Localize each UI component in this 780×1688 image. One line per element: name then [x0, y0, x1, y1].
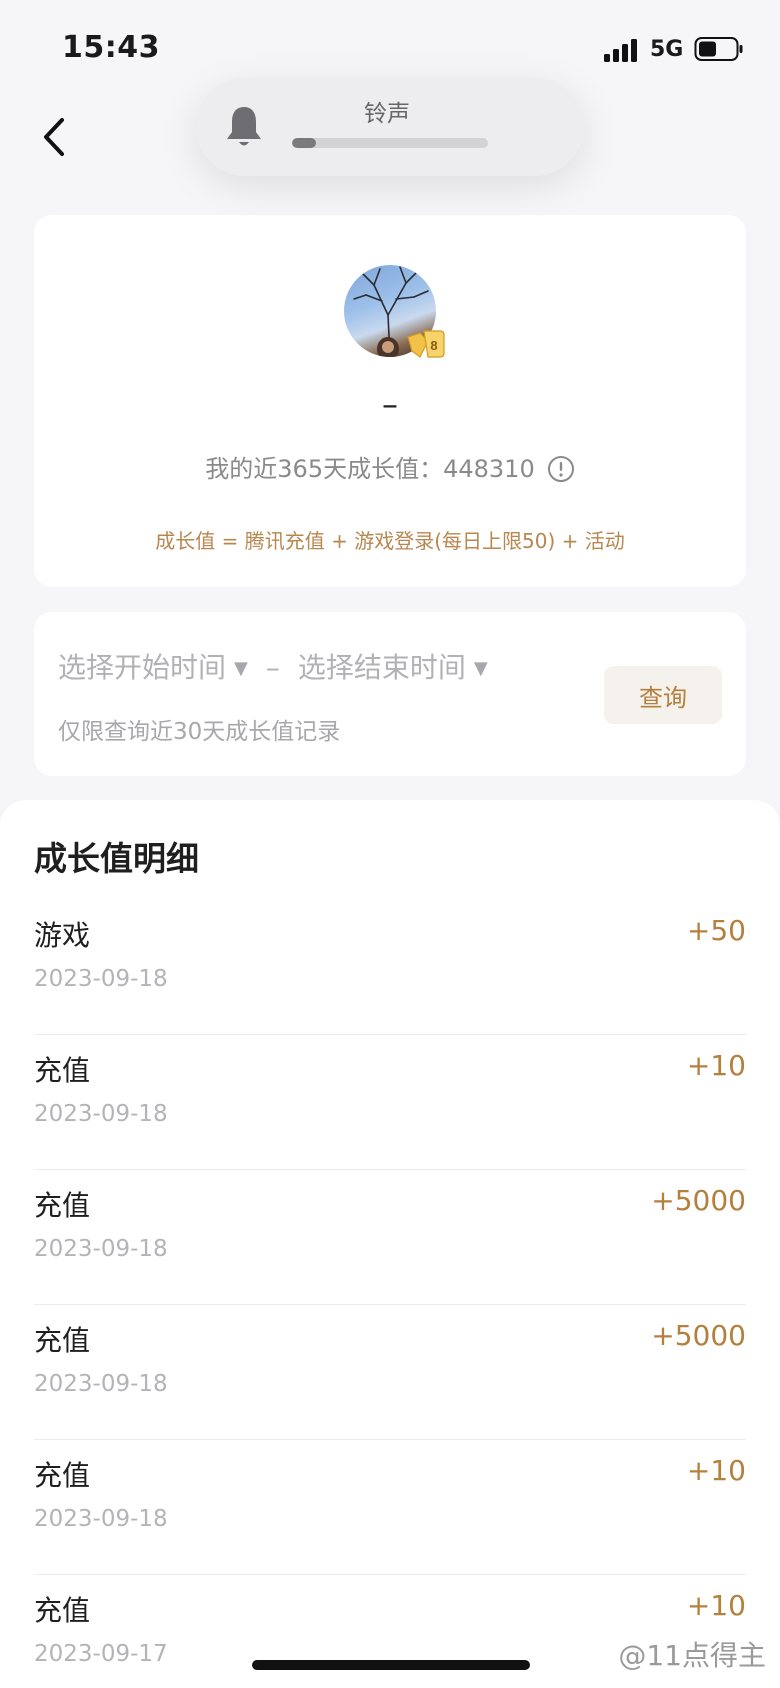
detail-amount: +5000 — [651, 1319, 746, 1352]
query-card: 选择开始时间 ▼ – 选择结束时间 ▼ 仅限查询近30天成长值记录 查询 — [34, 612, 746, 776]
details-list: 游戏 2023-09-18 +50 充值 2023-09-18 +10 充值 2… — [34, 900, 746, 1688]
caret-down-icon: ▼ — [234, 658, 248, 679]
detail-date: 2023-09-18 — [34, 1236, 168, 1262]
growth-label: 我的近365天成长值： — [205, 455, 444, 483]
detail-type: 充值 — [34, 1324, 91, 1357]
detail-row: 充值 2023-09-18 +5000 — [34, 1170, 746, 1305]
home-indicator[interactable] — [252, 1660, 530, 1670]
detail-type: 充值 — [34, 1054, 91, 1087]
battery-icon — [694, 37, 743, 61]
ringer-level-bar — [292, 138, 488, 148]
detail-row: 充值 2023-09-18 +10 — [34, 1035, 746, 1170]
start-date-picker[interactable]: 选择开始时间 ▼ — [58, 646, 248, 686]
signal-icon — [604, 39, 637, 62]
detail-row: 充值 2023-09-18 +5000 — [34, 1305, 746, 1440]
growth-summary: 我的近365天成长值：448310 — [34, 449, 746, 484]
detail-date: 2023-09-18 — [34, 966, 168, 992]
bell-icon — [227, 107, 261, 146]
growth-formula: 成长值 = 腾讯充值 + 游戏登录(每日上限50) + 活动 — [155, 529, 625, 553]
detail-type: 充值 — [34, 1594, 91, 1627]
detail-amount: +50 — [686, 914, 746, 947]
detail-amount: +10 — [686, 1589, 746, 1622]
detail-row: 游戏 2023-09-18 +50 — [34, 900, 746, 1035]
ringer-label: 铃声 — [364, 101, 410, 127]
end-date-picker[interactable]: 选择结束时间 ▼ — [298, 646, 488, 686]
back-button[interactable] — [36, 112, 76, 162]
query-button[interactable]: 查询 — [604, 666, 722, 724]
ringer-level-fill — [292, 138, 316, 148]
watermark: @11点得主 — [618, 1639, 766, 1672]
profile-card: 8 – 我的近365天成长值：448310 成长值 = 腾讯充值 + 游戏登录(… — [34, 215, 746, 587]
date-range-row: 选择开始时间 ▼ – 选择结束时间 ▼ — [58, 646, 488, 686]
detail-type: 充值 — [34, 1189, 91, 1222]
detail-amount: +10 — [686, 1454, 746, 1487]
detail-date: 2023-09-18 — [34, 1371, 168, 1397]
status-time: 15:43 — [62, 30, 160, 65]
details-title: 成长值明细 — [34, 839, 199, 878]
growth-details-panel: 成长值明细 游戏 2023-09-18 +50 充值 2023-09-18 +1… — [0, 800, 780, 1688]
screen: 15:43 5G 铃声 8 – 我的近365天成长值：448310 成长值 = … — [0, 0, 780, 1688]
detail-amount: +5000 — [651, 1184, 746, 1217]
end-date-label: 选择结束时间 — [297, 651, 466, 684]
detail-date: 2023-09-17 — [34, 1641, 168, 1667]
level-badge-icon: 8 — [407, 330, 445, 358]
start-date-label: 选择开始时间 — [58, 651, 227, 684]
detail-amount: +10 — [686, 1049, 746, 1082]
growth-value: 448310 — [443, 455, 535, 483]
caret-down-icon: ▼ — [473, 658, 488, 679]
svg-text:8: 8 — [430, 338, 437, 353]
detail-date: 2023-09-18 — [34, 1506, 168, 1532]
query-hint: 仅限查询近30天成长值记录 — [58, 719, 341, 745]
detail-date: 2023-09-18 — [34, 1101, 168, 1127]
detail-row: 充值 2023-09-18 +10 — [34, 1440, 746, 1575]
ringer-volume-hud: 铃声 — [196, 78, 584, 176]
detail-type: 充值 — [34, 1459, 91, 1492]
user-name: – — [382, 385, 398, 423]
date-separator: – — [265, 651, 280, 684]
network-label: 5G — [650, 37, 684, 62]
info-icon[interactable] — [547, 455, 575, 483]
detail-type: 游戏 — [34, 919, 91, 952]
